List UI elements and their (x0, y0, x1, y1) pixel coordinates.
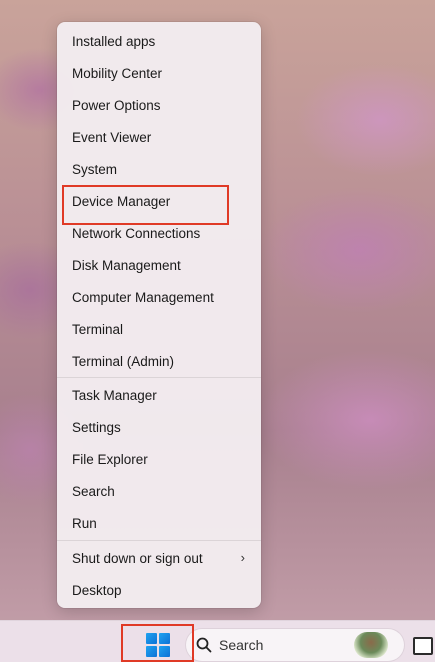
menu-item-shut-down-or-sign-out[interactable]: Shut down or sign out › (63, 543, 255, 573)
menu-item-terminal-admin[interactable]: Terminal (Admin) (63, 346, 255, 376)
taskbar: Search (0, 620, 435, 662)
menu-item-device-manager[interactable]: Device Manager (63, 186, 255, 216)
winx-context-menu: Installed apps Mobility Center Power Opt… (57, 22, 261, 608)
menu-item-label: Power Options (72, 97, 161, 113)
menu-item-label: Shut down or sign out (72, 550, 203, 566)
menu-item-label: Search (72, 483, 115, 499)
menu-item-label: Network Connections (72, 225, 201, 241)
menu-item-label: Terminal (72, 321, 124, 337)
menu-item-terminal[interactable]: Terminal (63, 314, 255, 344)
menu-item-system[interactable]: System (63, 154, 255, 184)
menu-item-event-viewer[interactable]: Event Viewer (63, 122, 255, 152)
menu-item-computer-management[interactable]: Computer Management (63, 282, 255, 312)
menu-separator (57, 540, 261, 541)
search-label: Search (219, 637, 264, 653)
menu-item-label: File Explorer (72, 451, 148, 467)
menu-item-label: Device Manager (72, 193, 171, 209)
windows-start-icon[interactable] (146, 633, 170, 657)
menu-item-label: Desktop (72, 582, 122, 598)
taskbar-search-box[interactable]: Search (186, 629, 404, 661)
window-icon[interactable] (413, 637, 433, 655)
menu-item-task-manager[interactable]: Task Manager (63, 380, 255, 410)
menu-item-label: Computer Management (72, 289, 214, 305)
search-highlight-image (354, 632, 388, 658)
menu-item-disk-management[interactable]: Disk Management (63, 250, 255, 280)
menu-item-label: Terminal (Admin) (72, 353, 175, 369)
menu-item-label: Settings (72, 419, 121, 435)
menu-item-label: Installed apps (72, 33, 156, 49)
menu-item-search[interactable]: Search (63, 476, 255, 506)
menu-item-power-options[interactable]: Power Options (63, 90, 255, 120)
menu-item-mobility-center[interactable]: Mobility Center (63, 58, 255, 88)
menu-item-installed-apps[interactable]: Installed apps (63, 26, 255, 56)
menu-item-file-explorer[interactable]: File Explorer (63, 444, 255, 474)
chevron-right-icon: › (240, 550, 245, 565)
search-icon (196, 637, 212, 653)
menu-item-label: Mobility Center (72, 65, 163, 81)
menu-item-settings[interactable]: Settings (63, 412, 255, 442)
menu-item-label: Run (72, 515, 97, 531)
menu-separator (57, 377, 261, 378)
menu-item-run[interactable]: Run (63, 508, 255, 538)
menu-item-label: System (72, 161, 118, 177)
menu-item-label: Event Viewer (72, 129, 152, 145)
menu-item-label: Disk Management (72, 257, 181, 273)
menu-item-network-connections[interactable]: Network Connections (63, 218, 255, 248)
menu-item-label: Task Manager (72, 387, 157, 403)
menu-item-desktop[interactable]: Desktop (63, 575, 255, 605)
